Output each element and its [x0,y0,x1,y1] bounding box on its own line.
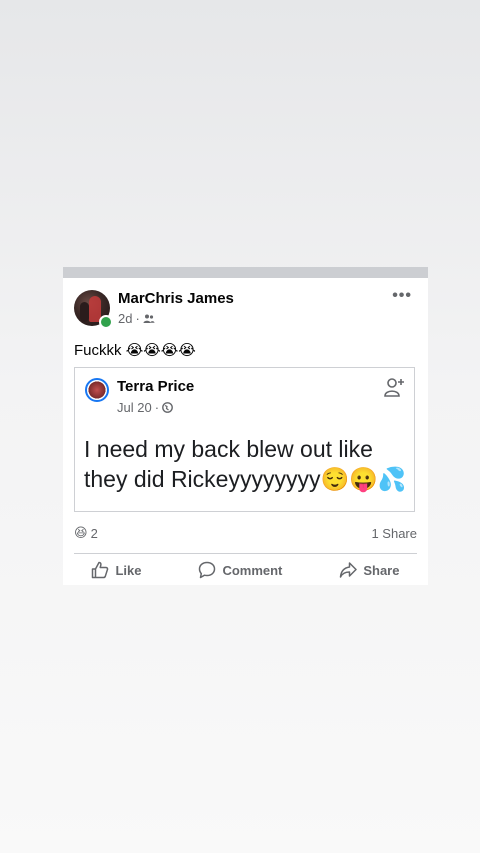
shared-post-emojis: 😌😛💦 [320,466,407,492]
online-status-dot [99,315,113,329]
thumbs-up-icon [92,561,109,579]
shared-post-meta: Jul 20 · [117,400,173,415]
friends-audience-icon [143,314,155,323]
globe-icon [162,402,173,413]
reaction-count: 2 [90,525,98,541]
comment-button[interactable]: Comment [198,561,282,579]
share-label: Share [363,562,400,578]
like-label: Like [115,562,142,578]
shared-author-avatar[interactable] [85,378,109,402]
shared-post-date[interactable]: Jul 20 [117,400,152,415]
action-bar: Like Comment Share [63,561,428,579]
action-divider [74,553,417,554]
meta-separator: · [154,400,160,415]
shared-post-body: I need my back blew out like they did Ri… [84,434,414,494]
haha-reaction-icon: 😆 [74,525,88,540]
reaction-summary[interactable]: 😆 2 [74,525,98,541]
share-button[interactable]: Share [339,561,399,579]
more-options-icon[interactable]: ••• [392,287,412,305]
share-icon [340,562,358,578]
share-count[interactable]: 1 Share [371,526,417,541]
meta-separator: · [135,311,140,326]
post-text-content: Fuckkk [74,341,122,359]
post-text: Fuckkk 😭😭😭😭 [74,341,196,360]
shared-post[interactable]: Terra Price Jul 20 · I need my back blew… [74,367,415,512]
comment-label: Comment [222,562,283,578]
like-button[interactable]: Like [91,561,141,579]
post-meta: 2d · [118,311,155,326]
comment-icon [199,561,216,579]
post-card: MarChris James 2d · ••• Fuckkk 😭😭😭😭 Terr… [63,267,428,585]
author-name[interactable]: MarChris James [118,290,234,307]
post-time[interactable]: 2d [118,311,132,326]
card-divider-bar [63,267,428,278]
shared-author-name[interactable]: Terra Price [117,378,194,395]
add-friend-icon[interactable] [383,376,405,398]
crying-emoji-icon: 😭😭😭😭 [125,342,196,359]
